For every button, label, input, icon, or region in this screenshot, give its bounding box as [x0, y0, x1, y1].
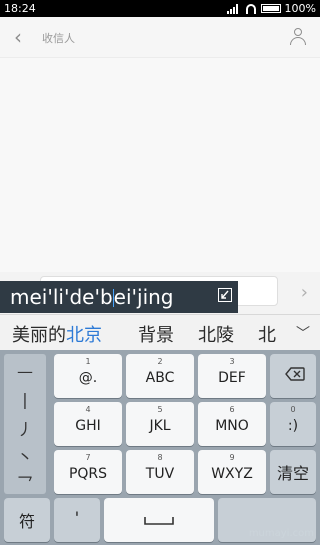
keyboard: — | 丿 丶 乛 1 @. 2 ABC 3 DEF 4 GHI 5 JKL 6…: [0, 350, 320, 545]
key-7[interactable]: 7 PQRS: [54, 450, 122, 494]
back-chevron-icon[interactable]: ‹: [14, 27, 22, 47]
key-6[interactable]: 6 MNO: [198, 402, 266, 446]
candidate-bar: 美丽的北京 背景 北陵 北 ﹀: [0, 314, 320, 352]
stroke-horizontal[interactable]: —: [4, 362, 46, 381]
composition-text-before: mei'li'de'b: [10, 285, 113, 309]
candidate-item[interactable]: 北陵: [198, 321, 234, 347]
composition-text-after: ei'jing: [113, 285, 174, 309]
battery-icon: [260, 4, 281, 13]
watermark-logo: mumayi.com: [248, 528, 314, 539]
expand-composition-icon[interactable]: [218, 288, 232, 302]
key-5[interactable]: 5 JKL: [126, 402, 194, 446]
stroke-vertical[interactable]: |: [4, 390, 46, 409]
space-key[interactable]: [104, 498, 214, 542]
stroke-turn[interactable]: 乛: [4, 470, 46, 494]
status-bar: 18:24 100%: [0, 0, 320, 17]
candidate-item[interactable]: 北: [258, 321, 276, 347]
contact-picker-icon[interactable]: [288, 26, 308, 46]
apostrophe-key[interactable]: ': [54, 498, 100, 542]
key-3[interactable]: 3 DEF: [198, 354, 266, 398]
key-2[interactable]: 2 ABC: [126, 354, 194, 398]
signal-icon: [226, 3, 241, 14]
key-8[interactable]: 8 TUV: [126, 450, 194, 494]
backspace-icon: [285, 367, 305, 381]
header-bar: ‹ 收信人: [0, 17, 320, 57]
clear-key[interactable]: 清空: [270, 450, 316, 494]
key-1[interactable]: 1 @.: [54, 354, 122, 398]
candidate-item[interactable]: 美丽的北京: [12, 321, 102, 347]
key-9[interactable]: 9 WXYZ: [198, 450, 266, 494]
pinyin-composition: mei'li'de'bei'jing: [0, 281, 238, 313]
key-4[interactable]: 4 GHI: [54, 402, 122, 446]
stroke-symbol-column[interactable]: — | 丿 丶 乛: [4, 354, 46, 494]
message-area: [0, 57, 320, 281]
symbol-key[interactable]: 符: [4, 498, 50, 542]
stroke-dot[interactable]: 丶: [4, 444, 46, 468]
send-chevron-icon[interactable]: ›: [301, 282, 308, 303]
stroke-left-falling[interactable]: 丿: [4, 416, 46, 440]
space-bar-icon: [144, 516, 174, 526]
status-time: 18:24: [4, 2, 36, 15]
battery-percent: 100%: [284, 2, 316, 15]
recipient-field[interactable]: 收信人: [42, 30, 75, 46]
candidate-item[interactable]: 背景: [138, 321, 174, 347]
more-candidates-chevron-icon[interactable]: ﹀: [296, 323, 310, 343]
wifi-icon: [245, 3, 257, 14]
backspace-key[interactable]: [270, 354, 316, 398]
status-icons: 100%: [226, 2, 316, 15]
key-0-emoticon[interactable]: 0 :): [270, 402, 316, 446]
